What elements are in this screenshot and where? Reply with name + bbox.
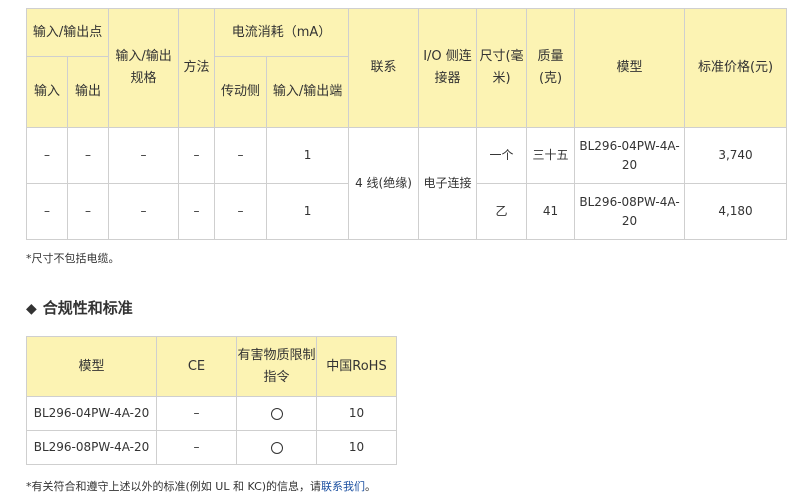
cell-output: – xyxy=(66,183,110,240)
cell-io-end: 1 xyxy=(266,127,350,184)
cell-size: 乙 xyxy=(476,183,528,240)
cell-price: 3,740 xyxy=(684,127,788,184)
header-io-points: 输入/输出点 xyxy=(25,8,110,57)
cell-method: – xyxy=(178,183,216,240)
contact-us-link[interactable]: 联系我们 xyxy=(321,480,365,493)
header-mass: 质量(克) xyxy=(526,8,576,128)
cell-input: – xyxy=(26,127,68,184)
cell-drive-side: – xyxy=(214,183,268,240)
header-drive-side: 传动侧 xyxy=(214,56,268,128)
table-row: BL296-04PW-4A-20 – 10 xyxy=(26,396,397,431)
cell-price: 4,180 xyxy=(684,183,788,240)
cell-input: – xyxy=(26,183,68,240)
header-ce: CE xyxy=(156,336,237,397)
cell-hazardous xyxy=(236,396,317,431)
header-output: 输出 xyxy=(66,56,110,128)
header-io-spec: 输入/输出规格 xyxy=(108,8,180,128)
cell-size: 一个 xyxy=(476,127,528,184)
cell-io-spec: – xyxy=(108,127,180,184)
circle-icon xyxy=(270,441,283,454)
diamond-icon: ◆ xyxy=(26,301,37,317)
circle-icon xyxy=(270,407,283,420)
cell-model: BL296-08PW-4A-20 xyxy=(26,430,157,465)
header-size: 尺寸(毫米) xyxy=(476,8,528,128)
cell-china-rohs: 10 xyxy=(316,430,397,465)
header-price: 标准价格(元) xyxy=(684,8,788,128)
cell-connection: 4 线(绝缘) xyxy=(348,127,420,240)
spec-table: 输入/输出点 输入/输出规格 方法 电流消耗（mA） 联系 I/O 侧连接器 尺… xyxy=(25,8,788,240)
cell-china-rohs: 10 xyxy=(316,396,397,431)
cell-ce: – xyxy=(156,430,237,465)
cell-io-connector: 电子连接 xyxy=(418,127,478,240)
header-hazardous: 有害物质限制指令 xyxy=(236,336,317,397)
cell-ce: – xyxy=(156,396,237,431)
cell-model: BL296-04PW-4A-20 xyxy=(26,396,157,431)
cell-mass: 41 xyxy=(526,183,576,240)
header-model: 模型 xyxy=(574,8,686,128)
cell-model: BL296-04PW-4A-20 xyxy=(574,127,686,184)
cell-method: – xyxy=(178,127,216,184)
cell-model: BL296-08PW-4A-20 xyxy=(574,183,686,240)
cell-drive-side: – xyxy=(214,127,268,184)
cell-io-end: 1 xyxy=(266,183,350,240)
header-china-rohs: 中国RoHS xyxy=(316,336,397,397)
table-row: – – – – – 1 4 线(绝缘) 电子连接 一个 三十五 BL296-04… xyxy=(26,127,788,240)
standards-note-text: *有关符合和遵守上述以外的标准(例如 UL 和 KC)的信息，请 xyxy=(26,480,322,493)
header-io-end: 输入/输出端 xyxy=(266,56,350,128)
cell-mass: 三十五 xyxy=(526,127,576,184)
header-current: 电流消耗（mA） xyxy=(214,8,350,57)
compliance-table: 模型 CE 有害物质限制指令 中国RoHS BL296-04PW-4A-20 –… xyxy=(26,336,397,465)
header-io-connector: I/O 侧连接器 xyxy=(418,8,478,128)
cell-io-spec: – xyxy=(108,183,180,240)
section-title: 合规性和标准 xyxy=(42,299,133,317)
header-method: 方法 xyxy=(178,8,216,128)
standards-note: *有关符合和遵守上述以外的标准(例如 UL 和 KC)的信息，请联系我们。 xyxy=(26,478,376,494)
section-heading: ◆ 合规性和标准 xyxy=(26,297,133,318)
standards-note-end: 。 xyxy=(365,480,377,493)
header-model: 模型 xyxy=(26,336,157,397)
header-input: 输入 xyxy=(26,56,68,128)
table-row: BL296-08PW-4A-20 – 10 xyxy=(26,430,397,465)
size-note: *尺寸不包括电缆。 xyxy=(26,252,120,265)
cell-hazardous xyxy=(236,430,317,465)
cell-output: – xyxy=(66,127,110,184)
header-connection: 联系 xyxy=(348,8,420,128)
